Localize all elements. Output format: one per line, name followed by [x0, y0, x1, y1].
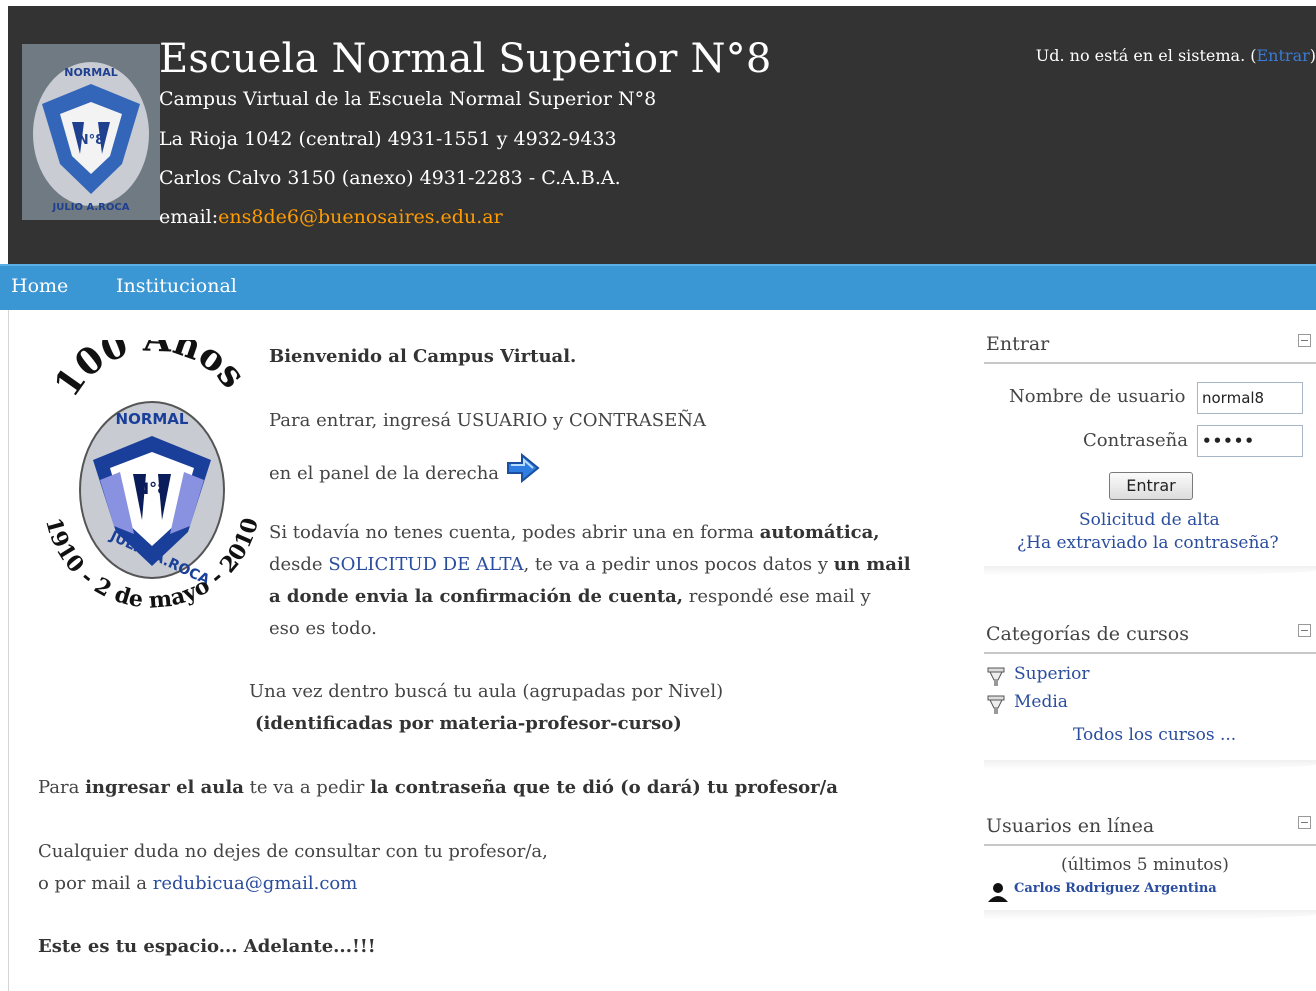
header-email-line: email:ens8de6@buenosaires.edu.ar: [159, 206, 503, 228]
duda-text: o por mail a: [38, 873, 153, 894]
content-left-border: [8, 310, 9, 991]
online-block-title: Usuarios en línea: [986, 815, 1155, 837]
enter-instructions-1: Para entrar, ingresá USUARIO y CONTRASEÑ…: [269, 410, 707, 431]
logo-text-bottom: JULIO A.ROCA: [52, 202, 130, 213]
duda-line-2: o por mail a redubicua@gmail.com: [38, 873, 357, 894]
nav-institucional[interactable]: Institucional: [116, 275, 237, 297]
svg-text:100 Años: 100 Años: [46, 340, 254, 404]
login-block-collapse-icon[interactable]: [1298, 334, 1311, 347]
online-block-shadow: [984, 910, 1316, 920]
header-email-link[interactable]: ens8de6@buenosaires.edu.ar: [218, 206, 503, 228]
paragraph-line-4: eso es todo.: [269, 618, 377, 639]
header-subtitle: Campus Virtual de la Escuela Normal Supe…: [159, 88, 657, 110]
p2-text: desde: [269, 554, 329, 575]
online-block-divider: [984, 844, 1316, 846]
logo-text-top: NORMAL: [64, 66, 118, 79]
category-icon: [987, 667, 1005, 686]
username-input[interactable]: [1197, 382, 1303, 414]
online-subtitle: (últimos 5 minutos): [1061, 855, 1229, 875]
centenary-logo: 100 Años N°8 NORMAL JULIO A.ROCA 1910 - …: [38, 340, 266, 625]
nav-bar: Home Institucional: [0, 264, 1316, 310]
username-label: Nombre de usuario: [1009, 386, 1186, 407]
online-user-link[interactable]: Carlos Rodriguez Argentina: [1014, 881, 1217, 896]
password-input[interactable]: [1197, 425, 1303, 457]
category-icon: [987, 695, 1005, 714]
solicitud-alta-link[interactable]: SOLICITUD DE ALTA: [328, 554, 523, 575]
categories-block-title: Categorías de cursos: [986, 623, 1189, 645]
ingresar-text-c: te va a pedir: [243, 777, 371, 798]
signup-link[interactable]: Solicitud de alta: [1079, 510, 1220, 530]
login-status-text: Ud. no está en el sistema. (: [1035, 46, 1257, 65]
all-courses-link[interactable]: Todos los cursos ...: [1073, 725, 1236, 745]
welcome-heading: Bienvenido al Campus Virtual.: [269, 346, 577, 367]
logo-text-n8: N°8: [78, 133, 104, 148]
anniv-normal-text: NORMAL: [116, 410, 189, 428]
p1-text: Si todavía no tenes cuenta, podes abrir …: [269, 522, 760, 543]
p3-bold: a donde envia la confirmación de cuenta,: [269, 586, 684, 607]
p1-bold: automática,: [759, 522, 880, 543]
nav-home[interactable]: Home: [11, 275, 68, 297]
aula-line-2: (identificadas por materia-profesor-curs…: [255, 713, 682, 734]
paragraph-line-2: desde SOLICITUD DE ALTA, te va a pedir u…: [269, 554, 911, 575]
login-submit-button[interactable]: Entrar: [1109, 472, 1193, 500]
duda-line-1: Cualquier duda no dejes de consultar con…: [38, 841, 548, 862]
header-address-central: La Rioja 1042 (central) 4931-1551 y 4932…: [159, 128, 617, 150]
ingresar-bold-d: la contraseña que te dió (o dará) tu pro…: [370, 777, 838, 798]
aula-line-1: Una vez dentro buscá tu aula (agrupadas …: [249, 681, 724, 702]
login-status-suffix: ): [1309, 46, 1316, 65]
paragraph-line-3: a donde envia la confirmación de cuenta,…: [269, 586, 871, 607]
online-block-collapse-icon[interactable]: [1298, 816, 1311, 829]
login-block-shadow: [984, 566, 1316, 576]
email-label: email:: [159, 206, 219, 228]
paragraph-line-1: Si todavía no tenes cuenta, podes abrir …: [269, 522, 880, 543]
forgot-password-link[interactable]: ¿Ha extraviado la contraseña?: [1017, 533, 1279, 553]
site-title: Escuela Normal Superior N°8: [159, 36, 772, 82]
p2-bold: un mail: [833, 554, 911, 575]
user-icon: [988, 883, 1008, 902]
contact-email-link[interactable]: redubicua@gmail.com: [153, 873, 358, 894]
enter-instructions-2: en el panel de la derecha: [269, 452, 541, 490]
category-media-link[interactable]: Media: [1014, 692, 1068, 712]
right-arrow-icon: [507, 452, 540, 484]
category-superior-link[interactable]: Superior: [1014, 664, 1089, 684]
enter-instructions-2-text: en el panel de la derecha: [269, 463, 500, 484]
categories-block-divider: [984, 652, 1316, 654]
p2-text-b: , te va a pedir unos pocos datos y: [523, 554, 834, 575]
login-status: Ud. no está en el sistema. (Entrar): [1036, 46, 1316, 65]
login-block-title: Entrar: [986, 333, 1050, 355]
ingresar-bold-b: ingresar el aula: [85, 777, 244, 798]
anniv-n8-text: N°8: [136, 479, 169, 498]
password-label: Contraseña: [1083, 430, 1188, 451]
site-header: N°8 NORMAL JULIO A.ROCA Escuela Normal S…: [8, 6, 1316, 264]
closing-text: Este es tu espacio... Adelante...!!!: [38, 936, 376, 957]
ingresar-aula-line: Para ingresar el aula te va a pedir la c…: [38, 777, 838, 798]
header-login-link[interactable]: Entrar: [1257, 46, 1310, 65]
p3-text: respondé ese mail y: [683, 586, 871, 607]
anniv-top-text: 100 Años: [46, 340, 254, 404]
login-block-divider: [984, 362, 1316, 364]
header-address-anexo: Carlos Calvo 3150 (anexo) 4931-2283 - C.…: [159, 167, 621, 189]
categories-block-shadow: [984, 760, 1316, 770]
categories-block-collapse-icon[interactable]: [1298, 624, 1311, 637]
ingresar-text-a: Para: [38, 777, 86, 798]
school-logo: N°8 NORMAL JULIO A.ROCA: [22, 44, 160, 220]
